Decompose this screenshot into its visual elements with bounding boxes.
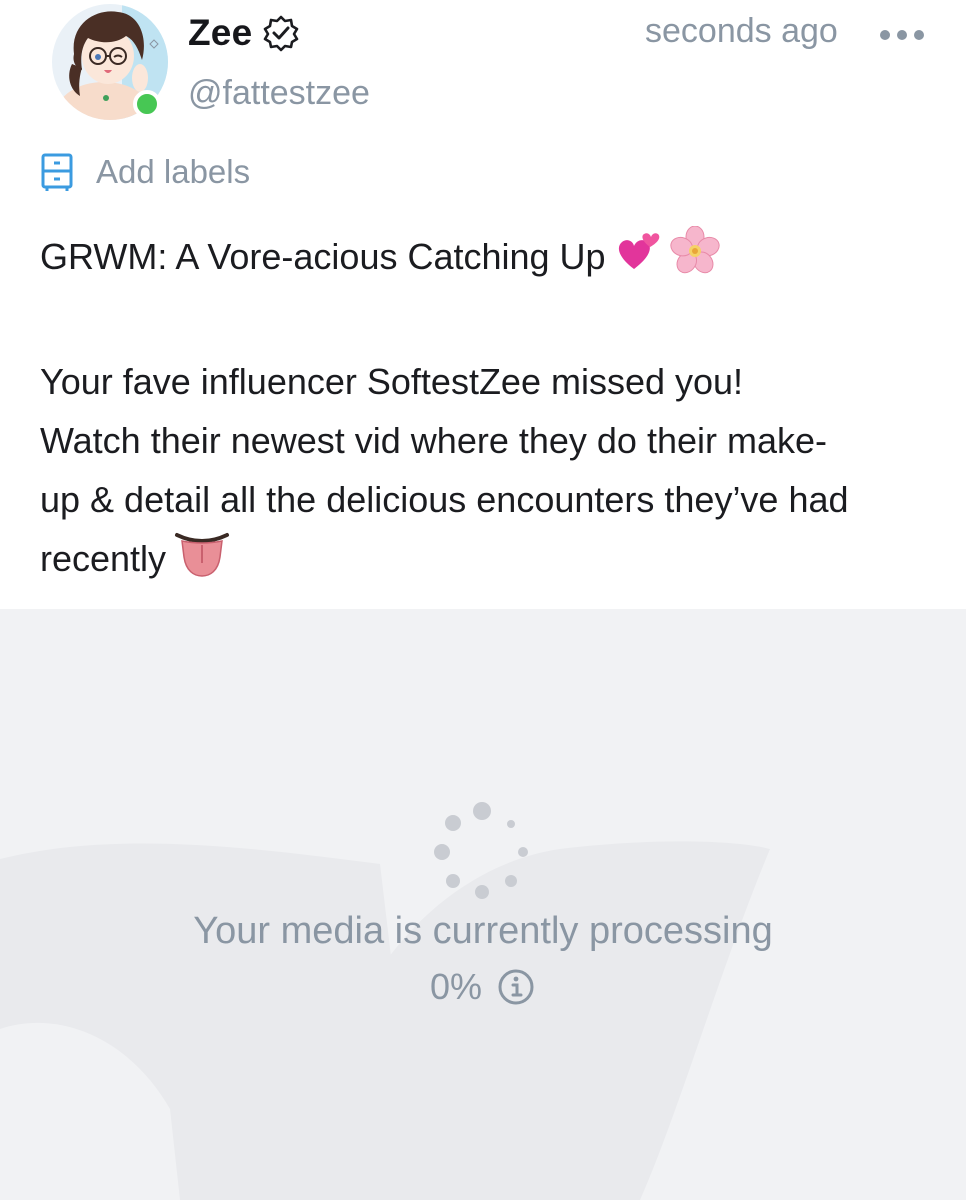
more-dot-icon xyxy=(914,30,924,40)
post-timestamp[interactable]: seconds ago xyxy=(645,12,838,51)
two-hearts-emoji xyxy=(614,229,662,290)
author-name-row: Zee xyxy=(188,12,300,54)
post-body-last-line: recently xyxy=(40,529,940,594)
cherry-blossom-emoji xyxy=(669,225,720,293)
media-processing-text: Your media is currently processing xyxy=(193,910,773,952)
tongue-emoji xyxy=(174,529,230,594)
media-placeholder[interactable] xyxy=(0,609,966,1200)
info-icon[interactable] xyxy=(496,967,536,1007)
post-card: Zee @fattestzee seconds ago Add labels G… xyxy=(0,0,966,1200)
add-labels-label: Add labels xyxy=(96,153,251,190)
post-title-line: GRWM: A Vore-acious Catching Up xyxy=(40,225,940,293)
more-dot-icon xyxy=(880,30,890,40)
add-labels-button[interactable]: Add labels xyxy=(40,152,250,192)
author-handle[interactable]: @fattestzee xyxy=(188,74,370,113)
post-body-line: Watch their newest vid where they do the… xyxy=(40,420,828,461)
labels-drawer-icon xyxy=(41,153,73,191)
post-body-line: up & detail all the delicious encounters… xyxy=(40,479,849,520)
author-display-name[interactable]: Zee xyxy=(188,12,252,54)
watermark-leaf-shape xyxy=(0,841,770,1200)
media-progress-row: 0% xyxy=(0,966,966,1008)
post-body-line: recently xyxy=(40,538,167,580)
online-status-dot xyxy=(133,90,161,118)
post-body: GRWM: A Vore-acious Catching Up Your fav… xyxy=(40,225,940,594)
post-title: GRWM: A Vore-acious Catching Up xyxy=(40,236,606,278)
more-dot-icon xyxy=(897,30,907,40)
media-progress-value: 0% xyxy=(429,966,483,1007)
post-body-line: Your fave influencer SoftestZee missed y… xyxy=(40,361,744,402)
loading-spinner-icon xyxy=(434,802,528,899)
more-options-button[interactable] xyxy=(876,20,928,50)
verified-badge-icon xyxy=(264,15,299,52)
